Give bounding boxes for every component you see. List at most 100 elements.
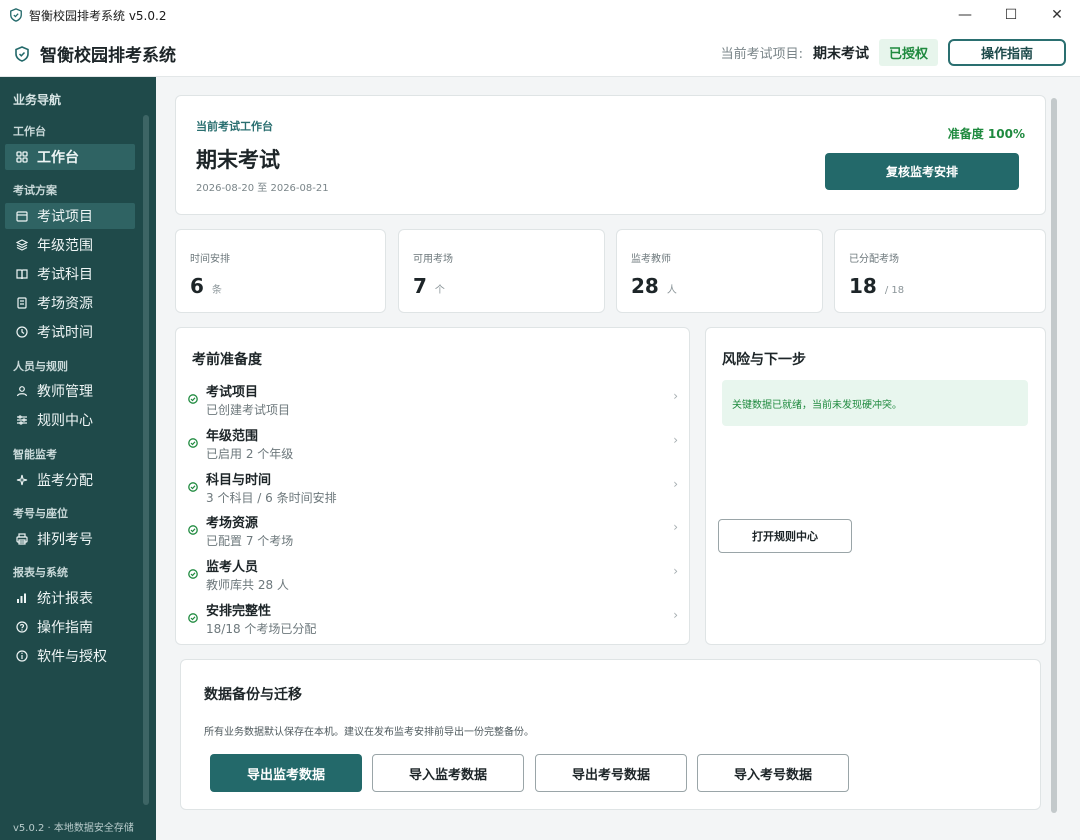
- shield-icon: [15, 45, 29, 62]
- sidebar-item-exam-time[interactable]: 考试时间: [5, 319, 135, 345]
- sidebar-item-exam-project[interactable]: 考试项目: [5, 203, 135, 229]
- user-icon: [15, 384, 29, 398]
- sidebar-item-label: 教师管理: [37, 384, 93, 400]
- sidebar-item-workbench[interactable]: 工作台: [5, 144, 135, 170]
- sidebar-item-label: 规则中心: [37, 413, 93, 429]
- sidebar-scrollbar[interactable]: [143, 115, 149, 805]
- book-icon: [15, 267, 29, 281]
- info-icon: [15, 649, 29, 663]
- project-name: 期末考试: [812, 45, 869, 62]
- stat-card: 可用考场 7 个: [398, 229, 605, 313]
- chevron-right-icon: ›: [673, 608, 678, 622]
- sidebar-item-rules[interactable]: 规则中心: [5, 407, 135, 433]
- check-circle-icon: [188, 438, 198, 448]
- checklist-item-title: 考场资源: [206, 516, 259, 531]
- stat-unit: / 18: [884, 285, 905, 296]
- checklist-item-sub: 已启用 2 个年级: [206, 447, 294, 461]
- clock-icon: [15, 325, 29, 339]
- checklist-item-title: 考试项目: [206, 385, 259, 400]
- sidebar-group-label: 报表与系统: [13, 566, 68, 579]
- checklist-item[interactable]: 考场资源 已配置 7 个考场 ›: [188, 512, 678, 552]
- stat-value: 6 条: [190, 274, 222, 298]
- check-circle-icon: [188, 569, 198, 579]
- export-invigilation-button[interactable]: 导出监考数据: [210, 754, 362, 792]
- checklist-item-sub: 已配置 7 个考场: [206, 534, 294, 548]
- stat-number: 18: [849, 274, 877, 298]
- sidebar-title: 业务导航: [13, 93, 62, 107]
- check-circle-icon: [188, 525, 198, 535]
- sidebar-item-guide[interactable]: 操作指南: [5, 614, 135, 640]
- sidebar-item-label: 考试时间: [37, 325, 93, 341]
- sidebar-item-label: 考试项目: [37, 209, 93, 225]
- sidebar-group-label: 工作台: [13, 125, 46, 138]
- import-exam-number-button[interactable]: 导入考号数据: [697, 754, 849, 792]
- sidebar-item-label: 排列考号: [37, 532, 93, 548]
- hero-date-range: 2026-08-20 至 2026-08-21: [196, 183, 329, 194]
- room-icon: [15, 296, 29, 310]
- window-titlebar: 智衡校园排考系统 v5.0.2 — ☐ ✕: [0, 0, 1080, 30]
- sidebar-item-exam-subject[interactable]: 考试科目: [5, 261, 135, 287]
- sidebar-item-license[interactable]: 软件与授权: [5, 643, 135, 669]
- backup-card: 数据备份与迁移 所有业务数据默认保存在本机。建议在发布监考安排前导出一份完整备份…: [180, 659, 1041, 810]
- grid-icon: [15, 150, 29, 164]
- sparkle-icon: [15, 473, 29, 487]
- check-circle-icon: [188, 613, 198, 623]
- checklist-item-sub: 18/18 个考场已分配: [206, 622, 317, 636]
- risk-note: 关键数据已就绪，当前未发现硬冲突。: [722, 380, 1028, 426]
- bar-chart-icon: [15, 591, 29, 605]
- check-circle-icon: [188, 394, 198, 404]
- export-exam-number-button[interactable]: 导出考号数据: [535, 754, 687, 792]
- backup-description: 所有业务数据默认保存在本机。建议在发布监考安排前导出一份完整备份。: [204, 727, 534, 738]
- checklist-item[interactable]: 年级范围 已启用 2 个年级 ›: [188, 425, 678, 465]
- sidebar-item-exam-rooms[interactable]: 考场资源: [5, 290, 135, 316]
- checklist-item[interactable]: 安排完整性 18/18 个考场已分配 ›: [188, 600, 678, 640]
- risk-title: 风险与下一步: [722, 352, 806, 368]
- close-button[interactable]: ✕: [1034, 0, 1080, 30]
- maximize-button[interactable]: ☐: [988, 0, 1034, 30]
- stat-label: 监考教师: [631, 254, 671, 265]
- stat-label: 时间安排: [190, 254, 230, 265]
- guide-button[interactable]: 操作指南: [948, 39, 1066, 66]
- stat-value: 18 / 18: [849, 274, 904, 298]
- sidebar-item-reports[interactable]: 统计报表: [5, 585, 135, 611]
- readiness-percentage: 准备度 100%: [947, 127, 1025, 141]
- sidebar-item-label: 软件与授权: [37, 649, 107, 665]
- hero-card: 当前考试工作台 期末考试 2026-08-20 至 2026-08-21 准备度…: [175, 95, 1046, 215]
- import-invigilation-button[interactable]: 导入监考数据: [372, 754, 524, 792]
- app-header: 智衡校园排考系统 当前考试项目: 期末考试 已授权 操作指南: [0, 30, 1080, 77]
- sidebar-item-label: 考场资源: [37, 296, 93, 312]
- stat-unit: 个: [434, 285, 445, 296]
- minimize-button[interactable]: —: [942, 0, 988, 30]
- printer-icon: [15, 532, 29, 546]
- stat-label: 可用考场: [413, 254, 453, 265]
- sidebar-item-exam-numbers[interactable]: 排列考号: [5, 526, 135, 552]
- review-invigilation-button[interactable]: 复核监考安排: [825, 153, 1019, 190]
- main-scrollbar[interactable]: [1051, 98, 1057, 813]
- sidebar-item-teachers[interactable]: 教师管理: [5, 378, 135, 404]
- checklist-item[interactable]: 考试项目 已创建考试项目 ›: [188, 381, 678, 421]
- sidebar-item-invigilation[interactable]: 监考分配: [5, 467, 135, 493]
- sidebar-group-label: 考号与座位: [13, 507, 68, 520]
- checklist-item[interactable]: 监考人员 教师库共 28 人 ›: [188, 556, 678, 596]
- header-right: 当前考试项目: 期末考试 已授权 操作指南: [721, 39, 1066, 66]
- readiness-card: 考前准备度 考试项目 已创建考试项目 › 年级范围 已启用 2 个年级 › 科目…: [175, 327, 690, 645]
- brand: 智衡校园排考系统: [14, 41, 176, 66]
- stat-number: 7: [413, 274, 427, 298]
- calendar-icon: [15, 209, 29, 223]
- chevron-right-icon: ›: [673, 433, 678, 447]
- window-title: 智衡校园排考系统 v5.0.2: [29, 8, 167, 23]
- stat-unit: 条: [211, 285, 222, 296]
- readiness-title: 考前准备度: [192, 352, 262, 368]
- risk-card: 风险与下一步 关键数据已就绪，当前未发现硬冲突。 打开规则中心: [705, 327, 1046, 645]
- shield-icon: [10, 8, 22, 22]
- sidebar-item-label: 考试科目: [37, 267, 93, 283]
- checklist-item-sub: 已创建考试项目: [206, 403, 291, 417]
- open-rules-button[interactable]: 打开规则中心: [718, 519, 852, 553]
- sidebar-item-grade-range[interactable]: 年级范围: [5, 232, 135, 258]
- sidebar-item-label: 工作台: [37, 150, 79, 166]
- checklist-item[interactable]: 科目与时间 3 个科目 / 6 条时间安排 ›: [188, 469, 678, 509]
- stat-unit: 人: [666, 285, 677, 296]
- chevron-right-icon: ›: [673, 520, 678, 534]
- stat-number: 28: [631, 274, 659, 298]
- sidebar-item-label: 操作指南: [37, 620, 93, 636]
